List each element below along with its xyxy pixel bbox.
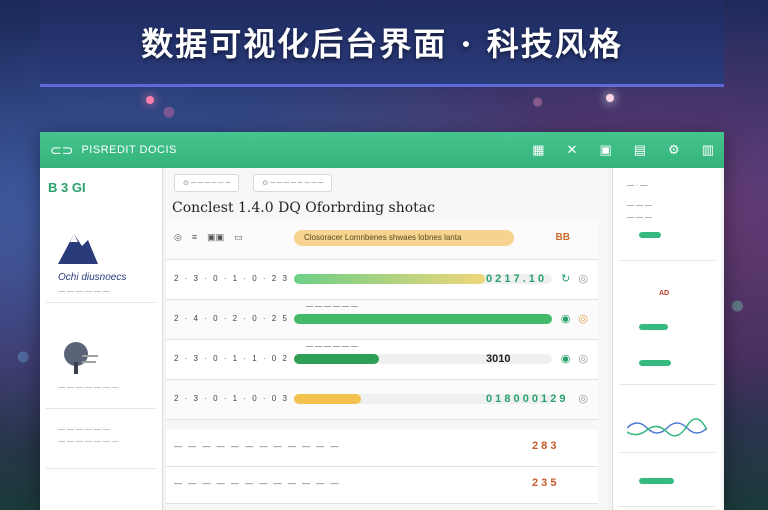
progress-bar bbox=[294, 274, 485, 284]
table-header-row: ◎ ≡ ▣▣ ▭ Closoracer Lomnbenes shwaes lob… bbox=[166, 220, 598, 260]
apps-icon[interactable]: ▥ bbox=[702, 142, 714, 158]
mountain-illustration-icon bbox=[58, 234, 98, 264]
row-actions: ↻ ◎ bbox=[561, 272, 588, 285]
refresh-icon[interactable]: ◉ bbox=[561, 312, 571, 325]
info-icon[interactable]: ◎ bbox=[578, 392, 588, 405]
app-window: ⊂⊃ PISREDIT DOCIS ▦ ✕ ▣ ▤ ⚙ ▥ B 3 GI Och… bbox=[40, 132, 724, 510]
mini-progress-bar bbox=[639, 324, 668, 330]
table-row[interactable]: — — — — — — 2 · 4 · 0 · 2 · 0 · 2 5 · 1 … bbox=[166, 300, 598, 340]
table-row[interactable]: 2 · 3 · 0 · 1 · 0 · 0 3 · 1 0 0 1 8 0 0 … bbox=[166, 380, 598, 420]
refresh-icon[interactable]: ↻ bbox=[561, 272, 570, 285]
progress-bar bbox=[294, 394, 362, 404]
list-item-label: — — — — — — — — — — — — bbox=[174, 442, 341, 451]
breadcrumb-item[interactable]: ⊙ ─ ─ ─ ─ ─ ─ ─ ─ bbox=[253, 174, 333, 192]
progress-bar bbox=[294, 314, 552, 324]
row-actions: ◉ ◎ bbox=[561, 312, 588, 325]
header-badge: BB bbox=[555, 232, 570, 243]
sidebar-card[interactable]: — — — — — — — bbox=[46, 318, 156, 409]
bookmark-icon[interactable]: ▤ bbox=[634, 142, 646, 158]
info-icon[interactable]: ◎ bbox=[578, 352, 588, 365]
progress-track bbox=[294, 314, 552, 324]
tree-illustration-icon bbox=[64, 342, 98, 374]
stats-card[interactable]: — · — — — — — — — bbox=[619, 174, 715, 261]
header-filter-text: Closoracer Lomnbenes shwaes lobnes lanta bbox=[304, 233, 462, 242]
row-value: 3010 bbox=[486, 353, 511, 365]
sidebar-card-sub: — — — — — — bbox=[58, 288, 110, 295]
row-value: 0 2 1 7 . 1 0 bbox=[486, 273, 545, 285]
sidebar-card[interactable]: — — — — — — — — — — — — — bbox=[46, 418, 156, 469]
sidebar-card-sub: — — — — — — bbox=[58, 426, 110, 433]
stats-line: — · — bbox=[627, 182, 648, 189]
panel-icon[interactable]: ▭ bbox=[234, 232, 243, 243]
list-item[interactable]: — — — — — — — — — — — — 2 8 3 bbox=[166, 430, 598, 467]
refresh-icon[interactable]: ◉ bbox=[561, 352, 571, 365]
header-icon-group: ◎ ≡ ▣▣ ▭ bbox=[174, 232, 243, 243]
menu-icon[interactable]: ≡ bbox=[192, 232, 197, 243]
row-tag: — — — — — — bbox=[306, 343, 358, 350]
banner-title: 数据可视化后台界面 · 科技风格 bbox=[141, 25, 623, 63]
app-logo-icon: ⊂⊃ bbox=[50, 141, 74, 158]
table-row[interactable]: — — — — — — 2 · 3 · 0 · 1 · 1 · 0 2 · 1 … bbox=[166, 340, 598, 380]
mini-progress-bar bbox=[639, 232, 662, 238]
target-icon[interactable]: ◎ bbox=[174, 232, 182, 243]
row-actions: ◉ ◎ bbox=[561, 352, 588, 365]
sidebar-card-sub: — — — — — — — bbox=[58, 438, 119, 445]
grid-icon[interactable]: ▣▣ bbox=[207, 232, 224, 243]
mini-progress-bar bbox=[639, 478, 675, 484]
progress-bar bbox=[294, 354, 380, 364]
app-title: PISREDIT DOCIS bbox=[81, 144, 177, 156]
sidebar-card-sub: — — — — — — — bbox=[58, 384, 119, 391]
table-row[interactable]: 2 · 3 · 0 · 1 · 0 · 2 3 · 0 0 2 1 7 . 1 … bbox=[166, 260, 598, 300]
row-label: 2 · 3 · 0 · 1 · 0 · 2 3 · 0 bbox=[174, 274, 309, 283]
progress-track bbox=[294, 354, 552, 364]
row-tag: — — — — — — bbox=[306, 303, 358, 310]
right-panel: — · — — — — — — — AD bbox=[612, 168, 721, 510]
window-icon[interactable]: ▣ bbox=[599, 142, 611, 158]
stats-line: — — — bbox=[627, 202, 652, 209]
breadcrumb: ⊙ ─ ─ ─ ─ ─ ─ ⊙ ─ ─ ─ ─ ─ ─ ─ ─ bbox=[174, 174, 333, 192]
list-item[interactable]: — — — — — — — — — — — — 2 3 5 bbox=[166, 467, 598, 504]
info-icon[interactable]: ◎ bbox=[578, 272, 588, 285]
main-content: ⊙ ─ ─ ─ ─ ─ ─ ⊙ ─ ─ ─ ─ ─ ─ ─ ─ Conclest… bbox=[166, 168, 608, 510]
row-actions: ◎ bbox=[578, 392, 588, 405]
list-item-label: — — — — — — — — — — — — bbox=[174, 479, 341, 488]
banner: 数据可视化后台界面 · 科技风格 bbox=[40, 0, 724, 87]
stats-card[interactable] bbox=[619, 460, 715, 507]
stats-line: — — — bbox=[627, 214, 652, 221]
footer-list: — — — — — — — — — — — — 2 8 3 — — — — — … bbox=[166, 430, 598, 504]
mini-progress-bar bbox=[639, 360, 671, 366]
sidebar-card[interactable]: Ochi diusnoecs — — — — — — bbox=[46, 212, 156, 303]
progress-table: ◎ ≡ ▣▣ ▭ Closoracer Lomnbenes shwaes lob… bbox=[166, 220, 598, 420]
spark-decoration bbox=[146, 96, 154, 104]
settings-icon[interactable]: ⚙ bbox=[668, 142, 680, 158]
titlebar: ⊂⊃ PISREDIT DOCIS ▦ ✕ ▣ ▤ ⚙ ▥ bbox=[40, 132, 724, 168]
stats-card[interactable]: AD bbox=[619, 284, 715, 385]
status-badge: AD bbox=[659, 290, 670, 297]
list-item-value: 2 3 5 bbox=[532, 477, 557, 489]
spark-decoration bbox=[606, 94, 614, 102]
sidebar-card-label: Ochi diusnoecs bbox=[58, 272, 127, 283]
row-value: 0 1 8 0 0 0 1 2 9 bbox=[486, 393, 566, 405]
sparkline-chart bbox=[627, 418, 707, 437]
breadcrumb-item[interactable]: ⊙ ─ ─ ─ ─ ─ ─ bbox=[174, 174, 240, 192]
page-title: Conclest 1.4.0 DQ Oforbrding shotac bbox=[172, 200, 435, 216]
sidebar-brand: B 3 GI bbox=[48, 180, 86, 195]
close-icon[interactable]: ✕ bbox=[567, 142, 578, 158]
grid-icon[interactable]: ▦ bbox=[532, 142, 544, 158]
toolbar-actions: ▦ ✕ ▣ ▤ ⚙ ▥ bbox=[532, 142, 714, 158]
info-icon[interactable]: ◎ bbox=[578, 312, 588, 325]
chart-card[interactable] bbox=[619, 392, 715, 453]
list-item-value: 2 8 3 bbox=[532, 440, 557, 452]
sidebar: B 3 GI Ochi diusnoecs — — — — — — — — — … bbox=[40, 168, 163, 510]
